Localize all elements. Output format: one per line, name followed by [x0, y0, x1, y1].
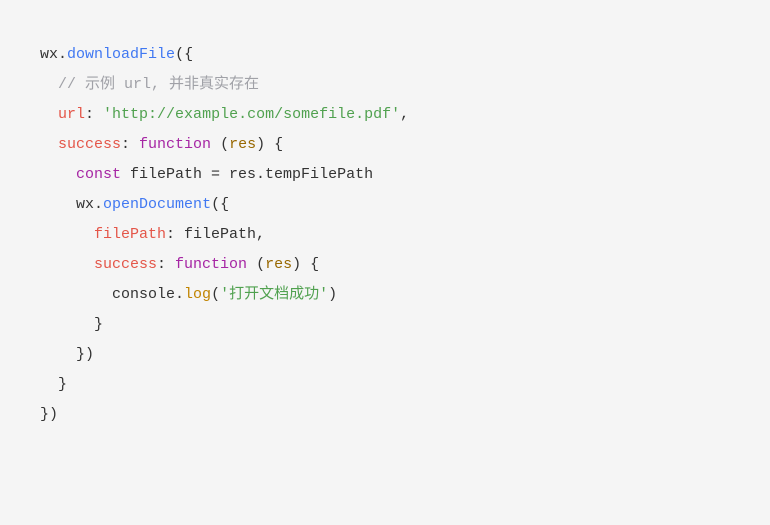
code-line-2: // 示例 url, 并非真实存在: [40, 76, 259, 93]
method-name: downloadFile: [67, 46, 175, 63]
code-line-10: }: [40, 316, 103, 333]
colon: :: [85, 106, 103, 123]
rest: : filePath,: [166, 226, 265, 243]
keyword-function: function: [175, 256, 247, 273]
object-key: success: [94, 256, 157, 273]
code-line-13: }): [40, 406, 58, 423]
keyword-const: const: [76, 166, 121, 183]
code-line-11: }): [40, 346, 94, 363]
punct: (: [247, 256, 265, 273]
identifier: wx: [76, 196, 94, 213]
comment: // 示例 url, 并非真实存在: [58, 76, 259, 93]
punct: ) {: [292, 256, 319, 273]
dot: .: [58, 46, 67, 63]
code-line-1: wx.downloadFile({: [40, 46, 193, 63]
paren: ): [328, 286, 337, 303]
punct: ({: [211, 196, 229, 213]
identifier: console: [112, 286, 175, 303]
param: res: [265, 256, 292, 273]
keyword-function: function: [139, 136, 211, 153]
method-name: log: [184, 286, 211, 303]
object-key: url: [58, 106, 85, 123]
identifier: wx: [40, 46, 58, 63]
code-line-3: url: 'http://example.com/somefile.pdf',: [40, 106, 409, 123]
brace: }): [76, 346, 94, 363]
code-line-12: }: [40, 376, 67, 393]
code-block: wx.downloadFile({ // 示例 url, 并非真实存在 url:…: [40, 40, 770, 430]
punct: ) {: [256, 136, 283, 153]
punct: (: [211, 136, 229, 153]
code-line-6: wx.openDocument({: [40, 196, 229, 213]
brace: }): [40, 406, 58, 423]
code-line-9: console.log('打开文档成功'): [40, 286, 337, 303]
string-literal: '打开文档成功': [220, 286, 328, 303]
paren: (: [211, 286, 220, 303]
punct: ({: [175, 46, 193, 63]
code-line-4: success: function (res) {: [40, 136, 283, 153]
brace: }: [58, 376, 67, 393]
object-key: success: [58, 136, 121, 153]
method-name: openDocument: [103, 196, 211, 213]
code-line-8: success: function (res) {: [40, 256, 319, 273]
string-literal: 'http://example.com/somefile.pdf': [103, 106, 400, 123]
comma: ,: [400, 106, 409, 123]
colon: :: [121, 136, 139, 153]
brace: }: [94, 316, 103, 333]
dot: .: [175, 286, 184, 303]
colon: :: [157, 256, 175, 273]
dot: .: [94, 196, 103, 213]
object-key: filePath: [94, 226, 166, 243]
expr: filePath = res.tempFilePath: [121, 166, 373, 183]
code-line-5: const filePath = res.tempFilePath: [40, 166, 373, 183]
param: res: [229, 136, 256, 153]
code-line-7: filePath: filePath,: [40, 226, 265, 243]
